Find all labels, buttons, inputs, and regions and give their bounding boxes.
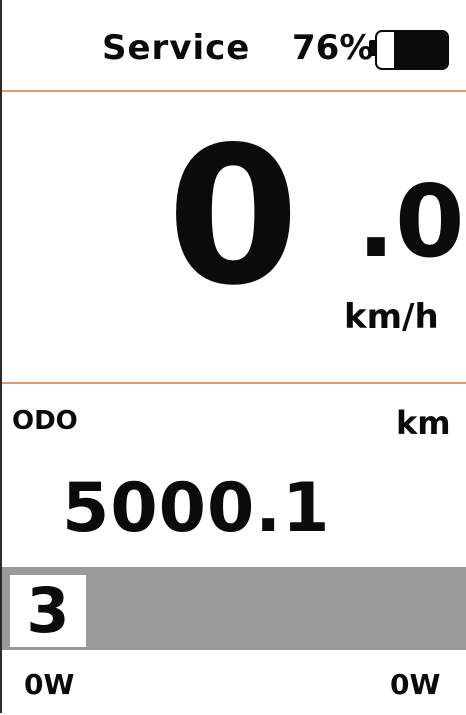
battery-body xyxy=(375,30,449,70)
power-left: 0W xyxy=(24,668,75,701)
mode-label: Service xyxy=(102,28,251,68)
power-right: 0W xyxy=(390,668,441,701)
status-bar: Service 76% xyxy=(2,0,466,90)
battery-fill xyxy=(393,32,447,68)
speed-unit: km/h xyxy=(344,297,439,337)
speed-decimal: .0 xyxy=(357,163,465,280)
odometer-unit: km xyxy=(396,404,451,442)
assist-level-value: 3 xyxy=(10,575,86,647)
battery-percent: 76% xyxy=(292,28,374,68)
odometer-panel: ODO km 5000.1 xyxy=(2,384,466,567)
speed-integer: 0 xyxy=(167,106,299,327)
odometer-value: 5000.1 xyxy=(62,469,331,548)
odometer-label: ODO xyxy=(12,406,78,436)
assist-level-bar: 3 xyxy=(2,567,466,650)
speed-panel: 0 .0 km/h xyxy=(2,92,466,382)
display-screen: Service 76% 0 .0 km/h ODO km 5000.1 3 0W… xyxy=(0,0,466,713)
battery-icon xyxy=(369,30,449,70)
